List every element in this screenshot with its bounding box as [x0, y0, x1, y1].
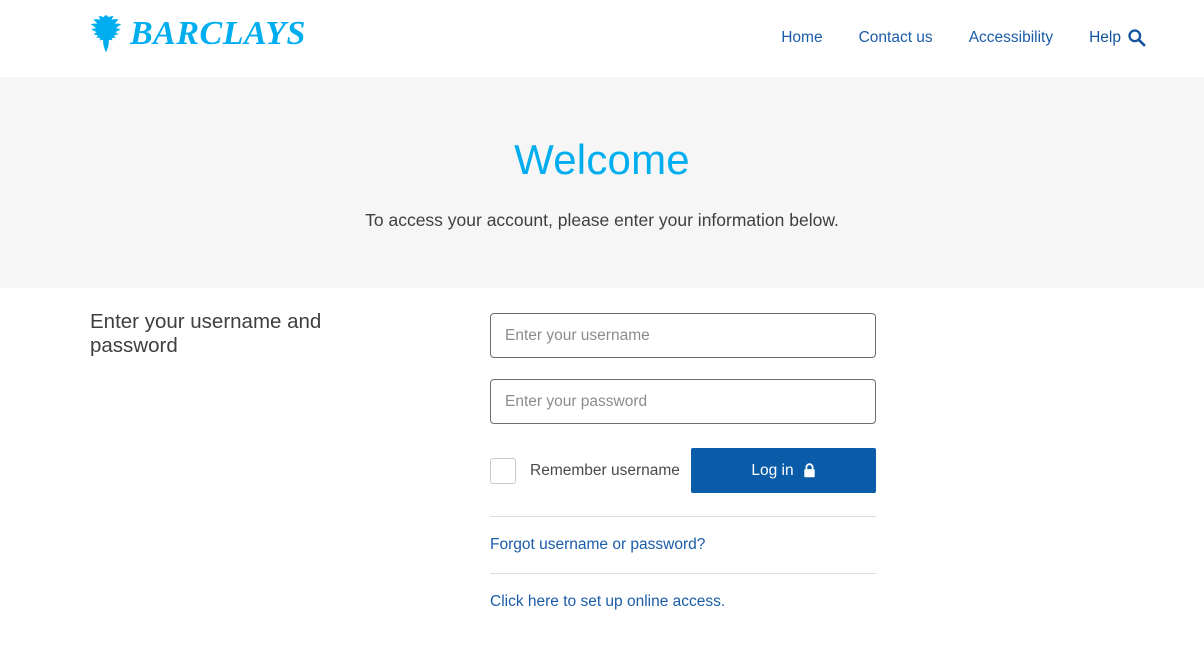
search-icon[interactable]	[1127, 28, 1146, 47]
barclays-logo[interactable]: BARCLAYS	[90, 14, 306, 54]
nav-link-help[interactable]: Help	[1071, 29, 1127, 47]
page-header: BARCLAYS Home Contact us Accessibility H…	[0, 0, 1204, 77]
forgot-link-row: Forgot username or password?	[490, 517, 876, 573]
password-input[interactable]	[490, 379, 876, 424]
lock-icon	[803, 463, 815, 478]
login-section: Enter your username and password Remembe…	[0, 288, 1204, 661]
nav-link-contact-us[interactable]: Contact us	[841, 29, 951, 47]
log-in-button-label: Log in	[751, 461, 794, 479]
log-in-button[interactable]: Log in	[691, 448, 876, 493]
barclays-wordmark: BARCLAYS	[130, 15, 306, 52]
forgot-username-password-link[interactable]: Forgot username or password?	[490, 536, 705, 554]
username-input[interactable]	[490, 313, 876, 358]
remember-username-checkbox[interactable]	[490, 457, 516, 484]
remember-username-label: Remember username	[530, 461, 680, 479]
hero-subtitle: To access your account, please enter you…	[365, 210, 839, 231]
page-title: Welcome	[514, 136, 690, 183]
main-navigation: Home Contact us Accessibility Help	[763, 28, 1146, 47]
hero-band: Welcome To access your account, please e…	[0, 77, 1204, 288]
nav-link-home[interactable]: Home	[763, 29, 840, 47]
setup-link-row: Click here to set up online access.	[490, 574, 876, 630]
barclays-eagle-icon	[90, 15, 122, 53]
login-form: Remember username Log in Forgot username…	[490, 313, 876, 630]
remember-row: Remember username Log in	[490, 448, 876, 493]
set-up-online-access-link[interactable]: Click here to set up online access.	[490, 593, 725, 611]
nav-link-accessibility[interactable]: Accessibility	[951, 29, 1071, 47]
form-heading: Enter your username and password	[90, 310, 322, 358]
